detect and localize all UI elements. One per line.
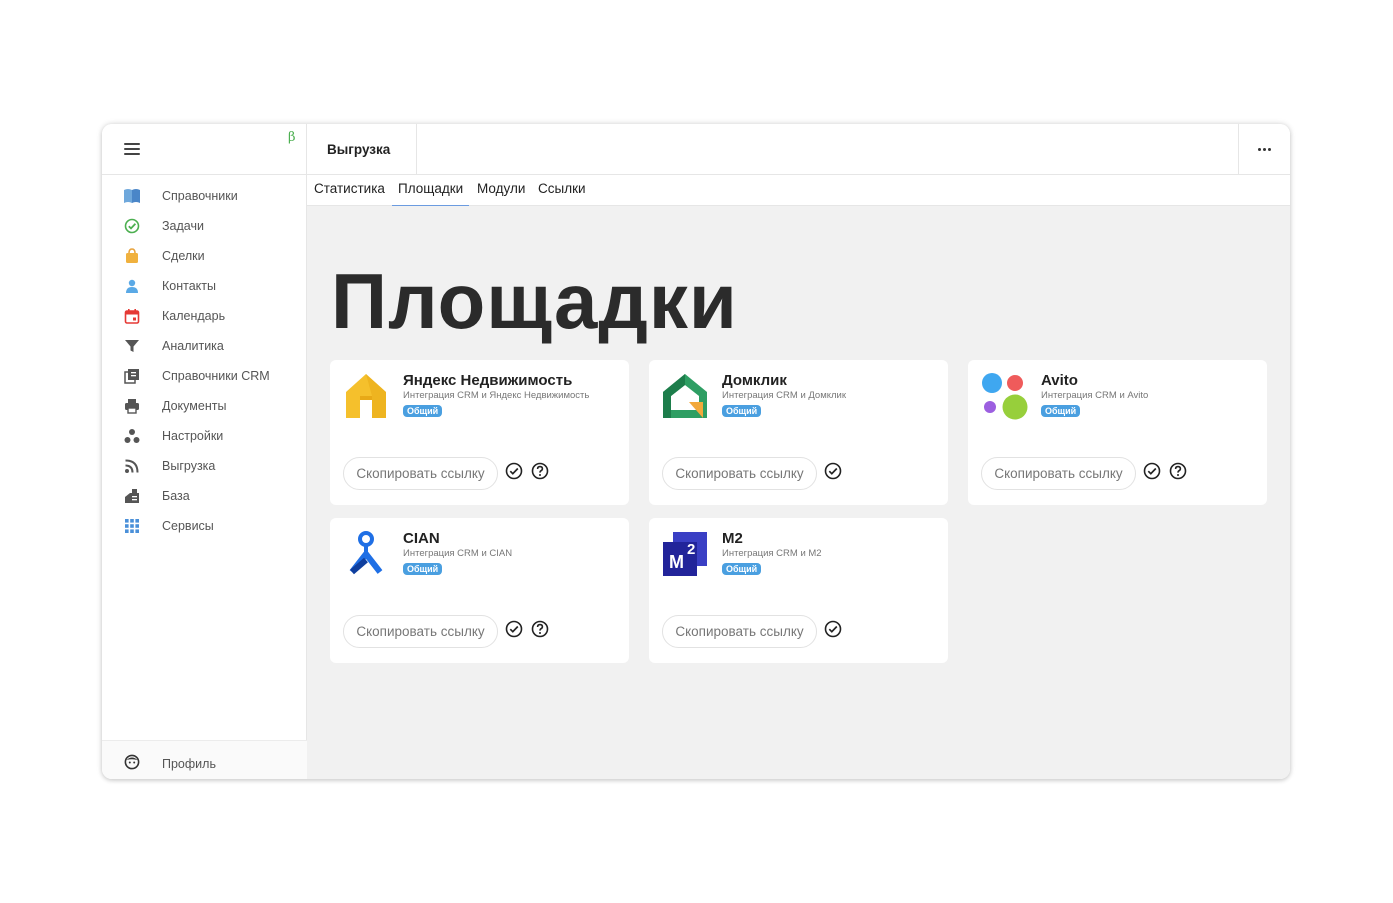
sidebar-item-contacts[interactable]: Контакты xyxy=(102,271,307,301)
top-bar: Выгрузка xyxy=(307,124,1290,175)
sidebar-item-profile[interactable]: Профиль xyxy=(102,749,307,779)
sidebar-item-label: Контакты xyxy=(162,279,216,293)
sidebar-item-documents[interactable]: Документы xyxy=(102,391,307,421)
sidebar-item-label: Справочники CRM xyxy=(162,369,270,383)
grid-icon xyxy=(123,517,141,535)
tab-statistics[interactable]: Статистика xyxy=(314,181,385,206)
page-header-title: Выгрузка xyxy=(307,124,417,174)
card-title: Avito xyxy=(1041,372,1078,389)
sidebar-header: β xyxy=(102,124,306,175)
more-icon xyxy=(1258,147,1271,151)
avito-logo xyxy=(980,372,1028,420)
platform-card-domclick: Домклик Интеграция CRM и Домклик Общий С… xyxy=(649,360,948,505)
sidebar-item-crm-directories[interactable]: Справочники CRM xyxy=(102,361,307,391)
tab-links[interactable]: Ссылки xyxy=(538,181,586,206)
platform-card-yandex: Яндекс Недвижимость Интеграция CRM и Янд… xyxy=(330,360,629,505)
sidebar-item-label: Сделки xyxy=(162,249,205,263)
copy-link-button[interactable]: Скопировать ссылку xyxy=(662,457,817,490)
sidebar-item-base[interactable]: База xyxy=(102,481,307,511)
sidebar-item-label: Выгрузка xyxy=(162,459,216,473)
calendar-icon xyxy=(123,307,141,325)
m2-logo-letter: M xyxy=(669,552,684,572)
sidebar-footer: Профиль xyxy=(102,740,307,779)
sidebar-item-label: Настройки xyxy=(162,429,224,443)
copy-link-button[interactable]: Скопировать ссылку xyxy=(981,457,1136,490)
settings-dots-icon xyxy=(123,427,141,445)
sidebar-item-services[interactable]: Сервисы xyxy=(102,511,307,541)
library-icon xyxy=(123,367,141,385)
card-subtitle: Интеграция CRM и M2 xyxy=(722,548,822,559)
sidebar-item-label: Сервисы xyxy=(162,519,214,533)
status-badge: Общий xyxy=(403,405,443,417)
tab-bar: Статистика Площадки Модули Ссылки xyxy=(307,175,1290,207)
card-subtitle: Интеграция CRM и Avito xyxy=(1041,390,1149,401)
status-badge: Общий xyxy=(403,563,443,575)
menu-icon[interactable] xyxy=(124,143,140,155)
main-content: Площадки Яндекс Недвижимость Интеграция … xyxy=(307,206,1290,779)
status-badge: Общий xyxy=(722,563,762,575)
cian-logo xyxy=(342,530,390,578)
platform-card-avito: Avito Интеграция CRM и Avito Общий Скопи… xyxy=(968,360,1267,505)
bag-icon xyxy=(123,247,141,265)
face-icon xyxy=(123,753,141,771)
card-title: Яндекс Недвижимость xyxy=(403,372,573,389)
sidebar-item-label: Профиль xyxy=(162,757,216,771)
m2-logo-superscript: 2 xyxy=(687,541,695,558)
copy-link-button[interactable]: Скопировать ссылку xyxy=(343,457,498,490)
check-circle-icon[interactable] xyxy=(824,462,842,480)
sidebar-item-analytics[interactable]: Аналитика xyxy=(102,331,307,361)
yandex-realty-logo xyxy=(342,372,390,420)
sidebar: β Справочники Задачи Сделки Контакты Кал… xyxy=(102,124,307,779)
page-title: Площадки xyxy=(331,257,738,345)
help-icon[interactable] xyxy=(1169,462,1187,480)
status-badge: Общий xyxy=(1041,405,1081,417)
check-circle-icon[interactable] xyxy=(1143,462,1161,480)
status-badge: Общий xyxy=(722,405,762,417)
m2-logo: M 2 xyxy=(661,530,709,578)
check-circle-icon[interactable] xyxy=(824,620,842,638)
card-subtitle: Интеграция CRM и Яндекс Недвижимость xyxy=(403,390,590,401)
platform-card-m2: M 2 M2 Интеграция CRM и M2 Общий Скопиро… xyxy=(649,518,948,663)
person-icon xyxy=(123,277,141,295)
card-subtitle: Интеграция CRM и CIAN xyxy=(403,548,513,559)
app-window: β Справочники Задачи Сделки Контакты Кал… xyxy=(102,124,1290,779)
more-menu-button[interactable] xyxy=(1238,124,1290,174)
sidebar-item-label: Календарь xyxy=(162,309,226,323)
tab-modules[interactable]: Модули xyxy=(477,181,525,206)
check-circle-icon[interactable] xyxy=(505,462,523,480)
help-icon[interactable] xyxy=(531,620,549,638)
beta-badge: β xyxy=(288,130,296,145)
tab-platforms[interactable]: Площадки xyxy=(391,181,470,207)
card-subtitle: Интеграция CRM и Домклик xyxy=(722,390,847,401)
check-circle-icon xyxy=(123,217,141,235)
printer-icon xyxy=(123,397,141,415)
sidebar-item-settings[interactable]: Настройки xyxy=(102,421,307,451)
sidebar-item-deals[interactable]: Сделки xyxy=(102,241,307,271)
sidebar-item-directories[interactable]: Справочники xyxy=(102,181,307,211)
sidebar-item-tasks[interactable]: Задачи xyxy=(102,211,307,241)
card-title: Домклик xyxy=(722,372,787,389)
funnel-icon xyxy=(123,337,141,355)
check-circle-icon[interactable] xyxy=(505,620,523,638)
platform-card-cian: CIAN Интеграция CRM и CIAN Общий Скопиро… xyxy=(330,518,629,663)
sidebar-item-label: База xyxy=(162,489,190,503)
domclick-logo xyxy=(661,372,709,420)
help-icon[interactable] xyxy=(531,462,549,480)
book-icon xyxy=(123,187,141,205)
card-title: M2 xyxy=(722,530,743,547)
sidebar-item-label: Аналитика xyxy=(162,339,224,353)
sidebar-item-label: Справочники xyxy=(162,189,238,203)
sidebar-item-calendar[interactable]: Календарь xyxy=(102,301,307,331)
database-icon xyxy=(123,487,141,505)
sidebar-item-label: Задачи xyxy=(162,219,204,233)
rss-icon xyxy=(123,457,141,475)
copy-link-button[interactable]: Скопировать ссылку xyxy=(662,615,817,648)
card-title: CIAN xyxy=(403,530,440,547)
copy-link-button[interactable]: Скопировать ссылку xyxy=(343,615,498,648)
sidebar-item-label: Документы xyxy=(162,399,227,413)
sidebar-item-export[interactable]: Выгрузка xyxy=(102,451,307,481)
